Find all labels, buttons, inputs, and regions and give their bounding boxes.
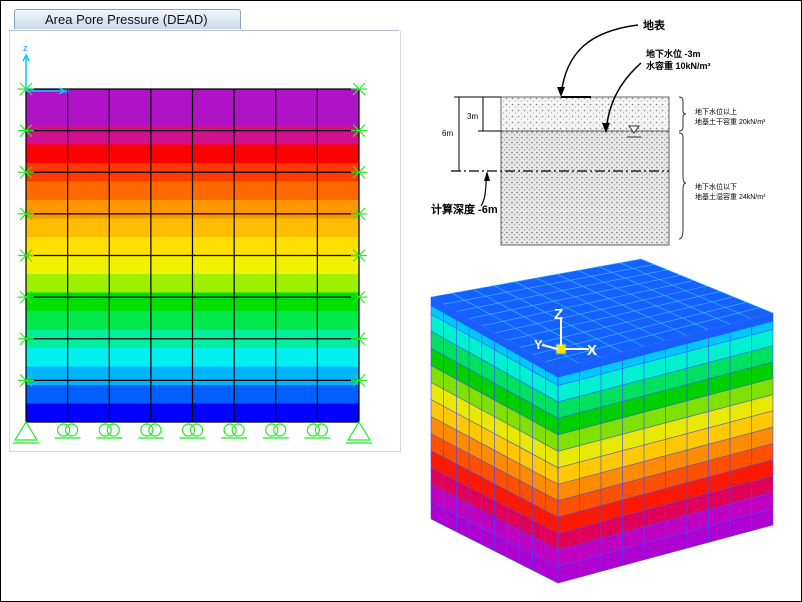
mesh-line	[577, 270, 709, 331]
mesh-line	[430, 416, 774, 485]
mesh-line	[430, 433, 774, 502]
right-band	[558, 443, 773, 518]
mesh-line	[532, 301, 747, 355]
mesh-line	[494, 285, 708, 334]
cube-front-face	[431, 297, 558, 583]
front-band	[431, 348, 558, 435]
axis-3d-x: X	[587, 342, 597, 359]
mesh-line	[481, 280, 694, 327]
mesh-line	[557, 312, 774, 370]
mesh-line	[430, 484, 774, 551]
mesh-line	[556, 273, 688, 336]
right-band	[558, 313, 773, 378]
right-band	[558, 394, 773, 468]
mesh-line	[430, 313, 774, 386]
front-band	[431, 297, 558, 386]
cube-mesh-lines	[430, 258, 774, 584]
soil-above-gwl	[500, 96, 670, 132]
axis-triad-3d: Z X Y	[534, 306, 597, 359]
right-band	[558, 378, 773, 452]
front-band	[431, 501, 558, 583]
right-band	[558, 492, 773, 567]
mesh-line	[430, 450, 774, 518]
tab-area-pore-pressure[interactable]: Area Pore Pressure (DEAD)	[14, 9, 241, 29]
above-gwl-value: 地基土干容重 20kN/m³	[695, 117, 766, 126]
right-band	[558, 345, 773, 419]
gwl-label: 地下水位 -3m	[646, 48, 701, 59]
mesh-line	[430, 258, 642, 298]
right-band	[558, 508, 773, 583]
mesh-line	[535, 277, 666, 342]
mesh-line	[472, 289, 602, 359]
front-band	[431, 484, 558, 567]
mesh-line	[507, 291, 721, 341]
right-band	[558, 329, 773, 402]
mesh-line	[430, 467, 774, 534]
right-band	[558, 361, 773, 435]
depth-3m: 3m	[467, 112, 478, 121]
calc-depth-label: 计算深度 -6m	[431, 202, 498, 216]
water-level-icon	[628, 125, 640, 134]
right-band	[558, 410, 773, 485]
front-band	[431, 365, 558, 452]
below-gwl-value: 地基土湿容重 24kN/m³	[695, 192, 766, 201]
mesh-line	[430, 382, 774, 452]
surface-label: 地表	[643, 18, 666, 32]
cube-top-face	[431, 259, 773, 369]
front-band	[431, 331, 558, 419]
cube-right-face	[558, 313, 773, 583]
water-unit-weight: 水容重 10kN/m³	[646, 60, 711, 71]
plot-2d-panel[interactable]	[9, 31, 401, 452]
tab-strip: Area Pore Pressure (DEAD)	[9, 6, 399, 31]
depth-6m: 6m	[442, 129, 453, 138]
mesh-line	[430, 296, 774, 370]
mesh-line	[519, 296, 734, 348]
axis-3d-y: Y	[534, 337, 543, 352]
right-band	[558, 459, 773, 534]
mesh-line	[430, 365, 774, 436]
mesh-line	[430, 399, 774, 469]
front-band	[431, 433, 558, 518]
front-band	[431, 399, 558, 485]
right-band	[558, 427, 773, 501]
axis-3d-z: Z	[554, 306, 563, 323]
mesh-line	[619, 262, 752, 319]
mesh-line	[514, 281, 645, 347]
front-band	[431, 450, 558, 534]
soil-below-gwl	[500, 130, 670, 246]
front-band	[431, 416, 558, 501]
below-gwl-title: 地下水位以下	[695, 182, 737, 191]
right-band	[558, 476, 773, 551]
mesh-line	[451, 292, 580, 364]
mesh-line	[640, 258, 774, 314]
top-face	[431, 259, 773, 369]
mesh-line	[456, 269, 668, 312]
front-band	[431, 467, 558, 551]
front-band	[431, 297, 558, 378]
front-band	[431, 382, 558, 468]
mesh-line	[545, 307, 760, 363]
above-gwl-title: 地下水位以上	[695, 107, 737, 116]
mesh-line	[430, 501, 774, 567]
right-band	[558, 313, 773, 386]
mesh-line	[430, 347, 774, 419]
mesh-line	[598, 266, 731, 325]
mesh-line	[430, 518, 774, 584]
mesh-line	[430, 296, 559, 370]
app-window: Area Pore Pressure (DEAD) z x 3m 6m 地下水位…	[0, 0, 802, 602]
mesh-line	[493, 285, 623, 353]
front-band	[431, 314, 558, 402]
mesh-line	[469, 274, 681, 319]
mesh-line	[443, 264, 655, 305]
mesh-line	[430, 330, 774, 403]
